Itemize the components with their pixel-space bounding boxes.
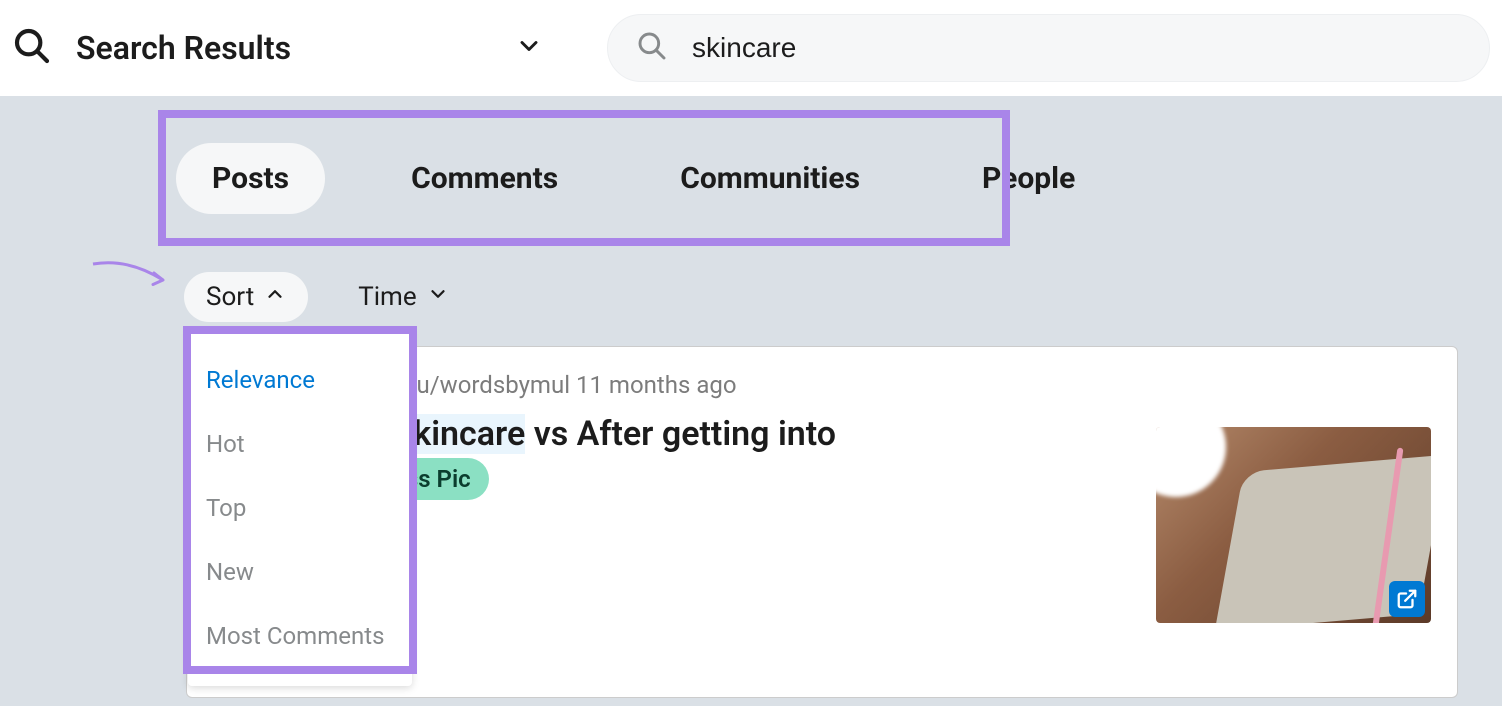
search-icon [636, 30, 668, 66]
search-tabs: Posts Comments Communities People [176, 128, 1111, 228]
search-highlight: skincare [396, 414, 525, 454]
header-left: Search Results [12, 26, 291, 70]
sort-option-relevance[interactable]: Relevance [188, 348, 412, 412]
search-input[interactable] [692, 32, 1461, 64]
tab-people[interactable]: People [946, 143, 1111, 214]
post-author[interactable]: u/wordsbymul [417, 371, 571, 399]
sort-option-new[interactable]: New [188, 540, 412, 604]
time-label: Time [358, 282, 416, 312]
sort-option-hot[interactable]: Hot [188, 412, 412, 476]
annotation-arrow-icon [88, 256, 178, 296]
header-bar: Search Results [0, 0, 1502, 96]
search-icon [12, 26, 52, 70]
page-title: Search Results [76, 29, 291, 67]
chevron-up-icon [264, 282, 286, 312]
search-field[interactable] [607, 14, 1490, 82]
sort-dropdown-trigger[interactable]: Sort [184, 272, 308, 322]
sort-option-top[interactable]: Top [188, 476, 412, 540]
sort-dropdown-menu: Relevance Hot Top New Most Comments [188, 330, 412, 686]
post-thumbnail[interactable] [1156, 427, 1431, 623]
post-time-ago: 11 months ago [576, 371, 737, 399]
chevron-down-icon[interactable] [515, 32, 543, 64]
sort-label: Sort [206, 282, 254, 312]
tab-posts[interactable]: Posts [176, 143, 325, 214]
filters-row: Sort Time [184, 272, 471, 322]
sort-option-most-comments[interactable]: Most Comments [188, 604, 412, 668]
chevron-down-icon [427, 282, 449, 312]
tab-communities[interactable]: Communities [644, 143, 896, 214]
time-dropdown-trigger[interactable]: Time [336, 272, 470, 322]
external-link-icon[interactable] [1389, 581, 1425, 617]
tab-comments[interactable]: Comments [375, 143, 594, 214]
